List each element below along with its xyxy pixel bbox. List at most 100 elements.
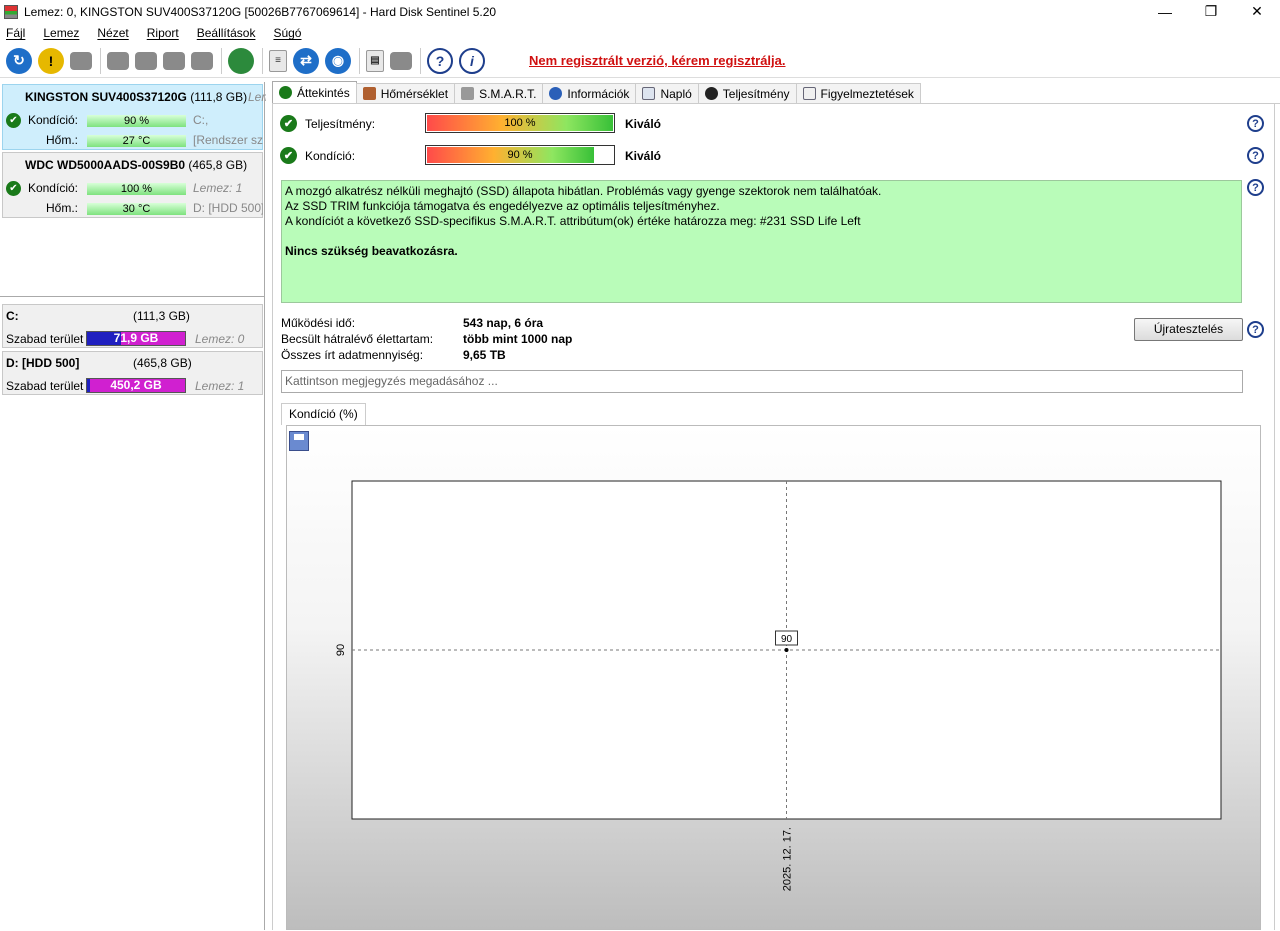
note-input[interactable]: Kattintson megjegyzés megadásához ... <box>281 370 1243 393</box>
volume-item-1[interactable]: D: [HDD 500] (465,8 GB) Szabad terület 4… <box>2 351 263 395</box>
tab-overview[interactable]: Áttekintés <box>272 81 357 103</box>
ok-check-icon: ✔ <box>280 147 297 164</box>
toolbar-separator <box>262 47 263 74</box>
menu-help[interactable]: Súgó <box>273 26 301 40</box>
ok-check-icon: ✔ <box>6 113 21 128</box>
disk-icon <box>461 87 475 100</box>
help-icon[interactable]: ? <box>1247 321 1264 338</box>
volume-item-0[interactable]: C: (111,3 GB) Szabad terület 71,9 GB Lem… <box>2 304 263 348</box>
info-icon[interactable]: i <box>459 47 485 74</box>
tab-temperature[interactable]: Hőmérséklet <box>355 83 456 103</box>
tab-label: Figyelmeztetések <box>820 86 914 101</box>
tab-smart[interactable]: S.M.A.R.T. <box>454 83 544 103</box>
help-icon[interactable]: ? <box>427 47 453 74</box>
remaining-row: Becsült hátralévő élettartam: több mint 1… <box>281 332 572 346</box>
written-label: Összes írt adatmennyiség: <box>281 348 424 362</box>
status-action: Nincs szükség beavatkozásra. <box>285 244 458 258</box>
condition-side: C:, <box>193 113 209 127</box>
tab-bar: Áttekintés Hőmérséklet S.M.A.R.T. Inform… <box>272 81 1280 104</box>
status-line: Az SSD TRIM funkciója támogatva és enged… <box>285 199 720 213</box>
refresh-icon[interactable]: ↻ <box>6 47 32 74</box>
gauge-icon <box>704 87 718 100</box>
globe-icon[interactable] <box>228 47 254 74</box>
network-icon[interactable]: ◉ <box>325 47 351 74</box>
tab-information[interactable]: Információk <box>542 83 637 103</box>
drive-item-0[interactable]: KINGSTON SUV400S37120G (111,8 GB) Lem ✔ … <box>2 84 266 150</box>
disk-test-icon[interactable] <box>107 51 129 70</box>
thermometer-icon <box>362 87 376 100</box>
tab-label: Információk <box>567 86 630 101</box>
help-icon[interactable]: ? <box>1247 115 1264 132</box>
condition-value: 90 % <box>507 149 533 161</box>
close-icon[interactable]: ✕ <box>1234 0 1280 23</box>
restore-icon[interactable]: ❐ <box>1188 0 1234 23</box>
status-line: A kondíciót a következő SSD-specifikus S… <box>285 214 861 228</box>
temp-side: D: [HDD 500] <box>193 201 263 215</box>
toolbar-separator <box>420 47 421 74</box>
window-title: Lemez: 0, KINGSTON SUV400S37120G [50026B… <box>24 4 497 19</box>
uptime-value: 543 nap, 6 óra <box>463 316 544 330</box>
ok-check-icon: ✔ <box>280 115 297 132</box>
condition-side: Lemez: 1 <box>193 181 243 195</box>
menu-view[interactable]: Nézet <box>97 26 128 40</box>
uptime-row: Működési idő: 543 nap, 6 óra <box>281 316 543 330</box>
condition-label: Kondíció: <box>27 181 78 195</box>
temp-label: Hőm.: <box>45 133 78 147</box>
menu-file[interactable]: Fájl <box>6 26 25 40</box>
minimize-icon[interactable]: — <box>1142 0 1188 23</box>
volume-disk: Lemez: 0 <box>195 332 245 346</box>
drive-item-1[interactable]: WDC WD5000AADS-00S9B0 (465,8 GB) ✔ Kondí… <box>2 152 263 218</box>
tab-performance[interactable]: Teljesítmény <box>697 83 797 103</box>
used-space-fill <box>87 379 90 392</box>
sync-icon[interactable]: ⇄ <box>293 47 319 74</box>
alerts-icon <box>802 87 816 100</box>
tab-label: Napló <box>660 86 692 101</box>
tab-condition-chart[interactable]: Kondíció (%) <box>281 403 366 425</box>
free-space-bar: 71,9 GB <box>86 331 186 346</box>
disk-scan-icon[interactable] <box>135 51 157 70</box>
condition-bar: 90 % <box>87 115 186 127</box>
tab-alerts[interactable]: Figyelmeztetések <box>795 83 921 103</box>
toolbar-separator <box>100 47 101 74</box>
help-icon[interactable]: ? <box>1247 179 1264 196</box>
monitor-icon[interactable]: ▤ <box>366 49 384 72</box>
alert-icon[interactable]: ! <box>38 47 64 74</box>
report-icon[interactable]: ≡ <box>269 49 287 72</box>
drive-name: KINGSTON SUV400S37120G (111,8 GB) <box>25 90 247 104</box>
register-link[interactable]: Nem regisztrált verzió, kérem regisztrál… <box>529 53 786 68</box>
check-icon <box>279 86 292 99</box>
disk-search-icon[interactable] <box>191 51 213 70</box>
volume-disk: Lemez: 1 <box>195 379 245 393</box>
free-space-label: Szabad terület <box>6 379 84 393</box>
menu-settings[interactable]: Beállítások <box>197 26 256 40</box>
condition-label: Kondíció: <box>27 113 78 127</box>
tab-log[interactable]: Napló <box>635 83 699 103</box>
point-label: 90 <box>781 634 793 645</box>
written-row: Összes írt adatmennyiség: 9,65 TB <box>281 348 506 362</box>
temp-bar: 30 °C <box>87 203 186 215</box>
remaining-value: több mint 1000 nap <box>463 332 573 346</box>
temp-bar: 27 °C <box>87 135 186 147</box>
toolbar: ↻ ! ≡ ⇄ ◉ ▤ ? i Nem regisztrált verzió, … <box>0 44 1280 78</box>
performance-bar: 100 % <box>425 113 615 133</box>
help-icon[interactable]: ? <box>1247 147 1264 164</box>
speaker-icon[interactable] <box>390 51 412 70</box>
drive-temp-row: Hőm.: 27 °C [Rendszer szá <box>3 133 264 149</box>
ok-check-icon: ✔ <box>6 181 21 196</box>
toolbar-separator <box>359 47 360 74</box>
disk-check-icon[interactable] <box>163 51 185 70</box>
condition-bar: 100 % <box>87 183 186 195</box>
retest-button[interactable]: Újratesztelés <box>1134 318 1243 341</box>
condition-label: Kondíció: <box>305 149 356 163</box>
disk-icon[interactable] <box>70 51 92 70</box>
pane-divider <box>0 296 264 297</box>
menu-report[interactable]: Riport <box>147 26 179 40</box>
menu-disk[interactable]: Lemez <box>43 26 79 40</box>
drive-model: WDC WD5000AADS-00S9B0 <box>25 158 186 172</box>
temp-label: Hőm.: <box>45 201 78 215</box>
app-icon <box>4 4 18 19</box>
uptime-label: Működési idő: <box>281 316 356 330</box>
window-controls: — ❐ ✕ <box>1142 0 1280 23</box>
condition-bar: 90 % <box>425 145 615 165</box>
tab-label: Hőmérséklet <box>380 86 449 101</box>
